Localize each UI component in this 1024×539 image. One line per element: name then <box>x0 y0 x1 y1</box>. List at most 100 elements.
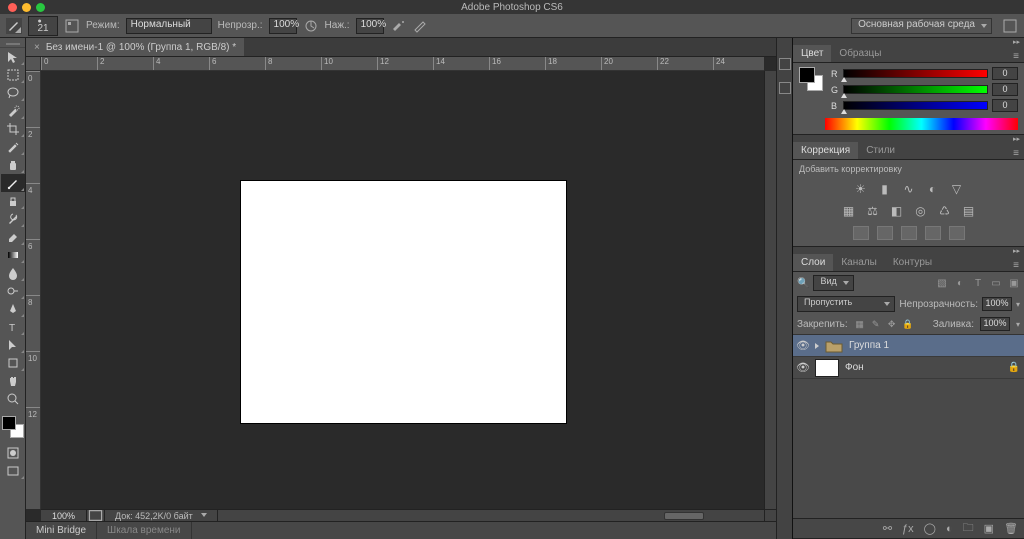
visibility-toggle-icon[interactable]: 👁 <box>797 362 809 374</box>
gradient-map-icon[interactable] <box>925 226 941 240</box>
scrollbar-horizontal-thumb[interactable] <box>664 512 704 520</box>
tab-color[interactable]: Цвет <box>793 45 831 62</box>
fill-value[interactable]: 100% <box>980 317 1010 331</box>
blur-tool[interactable] <box>1 264 25 282</box>
curves-icon[interactable]: ∿ <box>901 182 917 196</box>
opacity-dropdown-icon[interactable]: ▾ <box>1016 300 1020 309</box>
b-value[interactable]: 0 <box>992 99 1018 112</box>
canvas-viewport[interactable] <box>41 71 764 509</box>
invert-icon[interactable] <box>853 226 869 240</box>
clone-stamp-tool[interactable] <box>1 192 25 210</box>
brush-panel-toggle-icon[interactable] <box>64 18 80 34</box>
selective-color-icon[interactable] <box>949 226 965 240</box>
filter-smart-icon[interactable]: ▣ <box>1008 277 1020 289</box>
scrollbar-vertical[interactable] <box>764 71 776 509</box>
brightness-icon[interactable]: ☀ <box>853 182 869 196</box>
b-slider[interactable] <box>843 101 988 110</box>
workspace-switcher[interactable]: Основная рабочая среда <box>851 18 992 34</box>
zoom-window-button[interactable] <box>36 3 45 12</box>
layer-name[interactable]: Фон <box>845 362 864 373</box>
blend-mode-select[interactable]: Нормальный <box>126 18 212 34</box>
layer-row[interactable]: 👁Фон🔒 <box>793 357 1024 379</box>
airbrush-icon[interactable] <box>390 18 406 34</box>
pen-tool[interactable] <box>1 300 25 318</box>
pressure-size-icon[interactable] <box>412 18 428 34</box>
delete-layer-icon[interactable]: 🗑 <box>1004 522 1018 535</box>
bw-icon[interactable]: ◧ <box>889 204 905 218</box>
search-cloud-icon[interactable] <box>1002 18 1018 34</box>
screen-mode-toggle[interactable] <box>1 462 25 480</box>
new-adjustment-layer-icon[interactable]: ◐ <box>946 523 953 535</box>
adjustments-panel-menu-icon[interactable]: ≡ <box>1008 148 1024 159</box>
ruler-origin[interactable] <box>26 57 41 71</box>
lock-all-icon[interactable]: 🔒 <box>902 318 914 330</box>
gradient-tool[interactable] <box>1 246 25 264</box>
color-panel-menu-icon[interactable]: ≡ <box>1008 51 1024 62</box>
blend-mode-select-panel[interactable]: Пропустить <box>797 296 895 312</box>
filter-type-icon[interactable]: T <box>972 277 984 289</box>
zoom-tool[interactable] <box>1 390 25 408</box>
close-document-icon[interactable]: × <box>34 42 40 53</box>
eyedropper-tool[interactable] <box>1 138 25 156</box>
threshold-icon[interactable] <box>901 226 917 240</box>
history-brush-tool[interactable] <box>1 210 25 228</box>
ruler-vertical[interactable]: 024681012 <box>26 71 41 509</box>
flow-input[interactable]: 100% <box>356 18 384 34</box>
link-layers-icon[interactable]: ⚯ <box>883 522 892 535</box>
layer-name[interactable]: Группа 1 <box>849 340 889 351</box>
dock-icon-2[interactable] <box>779 82 791 94</box>
artboard[interactable] <box>241 181 566 423</box>
lock-pixels-icon[interactable]: ▦ <box>854 318 866 330</box>
r-slider[interactable] <box>843 69 988 78</box>
balance-icon[interactable]: ⚖ <box>865 204 881 218</box>
photo-filter-icon[interactable]: ◎ <box>913 204 929 218</box>
vibrance-icon[interactable]: ▽ <box>949 182 965 196</box>
r-value[interactable]: 0 <box>992 67 1018 80</box>
tab-channels[interactable]: Каналы <box>833 254 885 271</box>
pressure-opacity-icon[interactable] <box>303 18 319 34</box>
hue-icon[interactable]: ▦ <box>841 204 857 218</box>
filter-image-icon[interactable]: ▧ <box>936 277 948 289</box>
opacity-input[interactable]: 100% <box>269 18 297 34</box>
brush-tool[interactable] <box>1 174 25 192</box>
toolbox-handle[interactable] <box>0 40 25 48</box>
mini-bridge-tab[interactable]: Mini Bridge <box>26 522 97 539</box>
spectrum-ramp[interactable] <box>825 118 1018 130</box>
marquee-tool[interactable] <box>1 66 25 84</box>
tool-preset-picker[interactable] <box>6 18 22 34</box>
layers-panel-menu-icon[interactable]: ≡ <box>1008 260 1024 271</box>
hand-tool[interactable] <box>1 372 25 390</box>
timeline-tab[interactable]: Шкала времени <box>97 522 191 539</box>
panel-color-swatches[interactable] <box>799 67 823 91</box>
eraser-tool[interactable] <box>1 228 25 246</box>
document-info[interactable]: Док: 452,2K/0 байт <box>105 510 218 521</box>
move-tool[interactable] <box>1 48 25 66</box>
zoom-preview-icon[interactable] <box>87 510 105 521</box>
levels-icon[interactable]: ▮ <box>877 182 893 196</box>
crop-tool[interactable] <box>1 120 25 138</box>
layer-mask-icon[interactable]: ◯ <box>924 522 936 535</box>
dock-icon-1[interactable] <box>779 58 791 70</box>
zoom-level-input[interactable]: 100% <box>41 510 87 521</box>
fill-dropdown-icon[interactable]: ▾ <box>1016 320 1020 329</box>
tab-layers[interactable]: Слои <box>793 254 833 271</box>
tab-swatches[interactable]: Образцы <box>831 45 889 62</box>
lock-position-icon[interactable]: ✥ <box>886 318 898 330</box>
tab-adjustments[interactable]: Коррекция <box>793 142 858 159</box>
tab-styles[interactable]: Стили <box>858 142 903 159</box>
foreground-swatch[interactable] <box>2 416 16 430</box>
visibility-toggle-icon[interactable]: 👁 <box>797 340 809 352</box>
g-value[interactable]: 0 <box>992 83 1018 96</box>
lut-icon[interactable]: ▤ <box>961 204 977 218</box>
filter-adjust-icon[interactable]: ◐ <box>954 277 966 289</box>
type-tool[interactable]: T <box>1 318 25 336</box>
posterize-icon[interactable] <box>877 226 893 240</box>
exposure-icon[interactable]: ◐ <box>925 182 941 196</box>
minimize-window-button[interactable] <box>22 3 31 12</box>
lasso-tool[interactable] <box>1 84 25 102</box>
new-group-icon[interactable]: 🗀 <box>963 519 974 538</box>
document-tab[interactable]: × Без имени-1 @ 100% (Группа 1, RGB/8) * <box>26 38 244 56</box>
layer-fx-icon[interactable]: ƒx <box>902 523 914 535</box>
channel-mixer-icon[interactable]: ♺ <box>937 204 953 218</box>
layer-row[interactable]: 👁 Группа 1 <box>793 335 1024 357</box>
